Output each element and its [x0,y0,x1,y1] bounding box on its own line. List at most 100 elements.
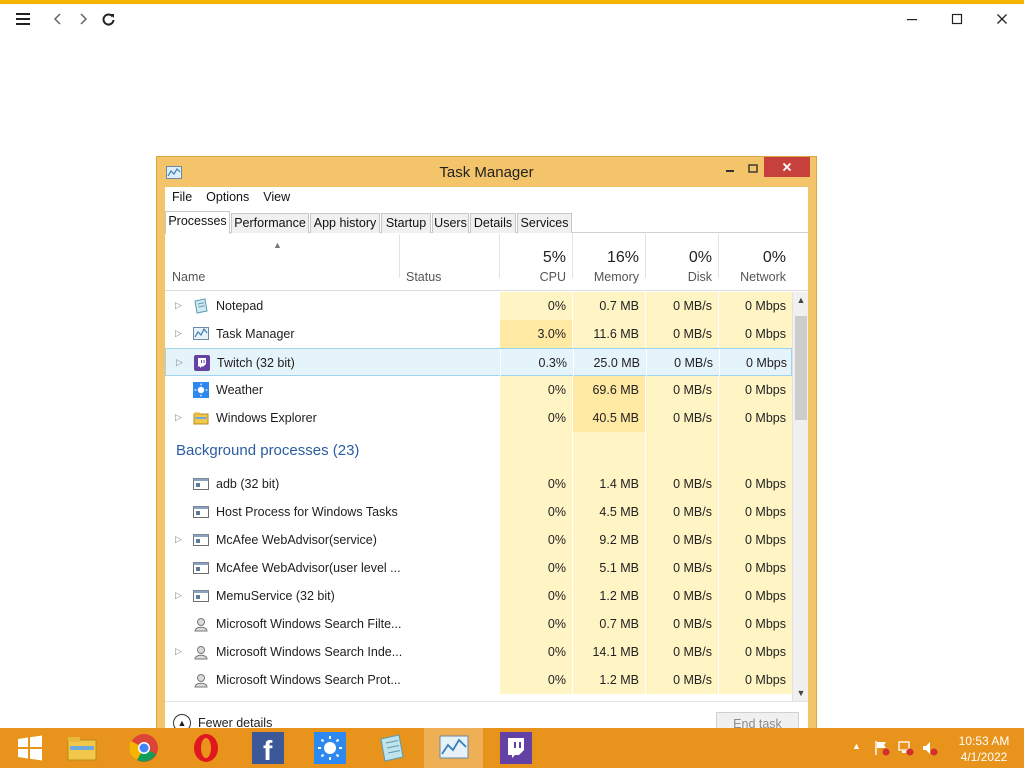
process-row[interactable]: 3.0% 11.6 MB 0 MB/s 0 Mbps ▷ Task Manager [165,320,792,348]
disk-value: 0 MB/s [673,645,712,659]
back-icon[interactable] [47,8,69,30]
network-value: 0 Mbps [745,533,786,547]
facebook-icon[interactable]: f [238,728,297,768]
group-usage-cell [645,432,718,470]
group-usage-cell [572,432,645,470]
memory-value: 0.7 MB [599,617,639,631]
scroll-up-icon[interactable]: ▲ [793,292,809,308]
weather-icon[interactable] [300,728,359,768]
cpu-value: 0% [547,533,566,547]
maximize-icon[interactable] [944,6,970,32]
tab-services[interactable]: Services [517,213,572,233]
network-value: 0 Mbps [745,477,786,491]
clock-date[interactable]: 4/1/2022 [955,750,1013,764]
column-status[interactable]: Status [399,234,499,291]
cpu-value: 0% [547,299,566,313]
process-row[interactable]: 0% 14.1 MB 0 MB/s 0 Mbps ▷ Microsoft Windows … [165,638,792,666]
process-row[interactable]: 0% 1.2 MB 0 MB/s 0 Mbps ▷ MemuService (32 bit… [165,582,792,610]
svg-text:f: f [263,735,273,764]
tab-performance[interactable]: Performance [231,213,309,233]
disk-cell: 0 MB/s [645,610,718,638]
tab-details[interactable]: Details [470,213,516,233]
memory-cell: 25.0 MB [573,349,646,377]
app-top-bar [0,4,1024,34]
expand-chevron-icon[interactable]: ▷ [175,590,182,601]
cpu-value: 0.3% [538,356,568,370]
disk-value: 0 MB/s [673,383,712,397]
chrome-icon[interactable] [114,728,173,768]
memory-cell: 11.6 MB [572,320,645,348]
start-icon[interactable] [0,728,59,768]
volume-muted-icon[interactable] [922,740,938,759]
minimize-icon[interactable] [899,6,925,32]
scroll-down-icon[interactable]: ▼ [793,685,809,701]
opera-icon[interactable] [176,728,235,768]
clock-time[interactable]: 10:53 AM [955,734,1013,748]
menu-view[interactable]: View [256,187,297,207]
column-memory[interactable]: 16% Memory [572,234,645,291]
forward-icon[interactable] [72,8,94,30]
disk-value: 0 MB/s [673,327,712,341]
refresh-icon[interactable] [97,8,119,30]
tab-startup[interactable]: Startup [381,213,431,233]
group-header-row[interactable]: Background processes (23) [165,432,792,470]
window-close-icon[interactable] [764,157,810,177]
cpu-cell: 0% [499,292,572,320]
expand-chevron-icon[interactable]: ▷ [175,646,182,657]
cpu-value: 0% [547,589,566,603]
search-service-icon [193,672,209,688]
process-row[interactable]: 0% 40.5 MB 0 MB/s 0 Mbps ▷ Windows Explorer [165,404,792,432]
process-row[interactable]: 0% 0.7 MB 0 MB/s 0 Mbps ▷ Notepad [165,292,792,320]
disk-cell: 0 MB/s [645,404,718,432]
network-cell: 0 Mbps [718,292,792,320]
process-row[interactable]: 0% 1.2 MB 0 MB/s 0 Mbps Microsoft Windows Se… [165,666,792,694]
file-explorer-icon[interactable] [52,728,111,768]
network-icon[interactable] [898,740,914,759]
process-icon [193,588,209,604]
window-maximize-icon[interactable] [740,159,766,179]
menu-options[interactable]: Options [199,187,256,207]
process-row[interactable]: 0% 0.7 MB 0 MB/s 0 Mbps Microsoft Windows Se… [165,610,792,638]
cpu-cell: 0% [499,376,572,404]
close-icon[interactable] [989,6,1015,32]
menu-file[interactable]: File [165,187,199,207]
column-network[interactable]: 0% Network [718,234,792,291]
hamburger-menu-icon[interactable] [12,8,34,30]
process-row[interactable]: 0% 4.5 MB 0 MB/s 0 Mbps Host Process for Win… [165,498,792,526]
expand-chevron-icon[interactable]: ▷ [175,328,182,339]
disk-value: 0 MB/s [674,356,713,370]
task-manager-window: Task Manager File Options View Processes… [156,156,817,757]
tab-app-history[interactable]: App history [310,213,380,233]
tab-users[interactable]: Users [432,213,469,233]
column-cpu[interactable]: 5% CPU [499,234,572,291]
column-name[interactable]: Name [165,234,399,291]
process-name: Microsoft Windows Search Inde... [216,645,403,659]
cpu-cell: 0% [499,610,572,638]
task-manager-taskbar-icon[interactable] [424,728,483,768]
memory-value: 1.2 MB [599,589,639,603]
expand-chevron-icon[interactable]: ▷ [175,300,182,311]
cpu-total: 5% [542,249,566,266]
title-bar[interactable]: Task Manager [157,157,816,187]
disk-cell: 0 MB/s [645,554,718,582]
column-disk[interactable]: 0% Disk [645,234,718,291]
action-center-flag-icon[interactable] [874,740,890,759]
network-cell: 0 Mbps [718,610,792,638]
process-row[interactable]: 0.3% 25.0 MB 0 MB/s 0 Mbps ▷ Twitch (32 bit) [165,348,792,377]
expand-chevron-icon[interactable]: ▷ [175,534,182,545]
disk-total: 0% [688,249,712,266]
expand-chevron-icon[interactable]: ▷ [175,412,182,423]
process-row[interactable]: 0% 1.4 MB 0 MB/s 0 Mbps adb (32 bit) [165,470,792,498]
process-row[interactable]: 0% 5.1 MB 0 MB/s 0 Mbps McAfee WebAdvisor(us… [165,554,792,582]
process-row[interactable]: 0% 9.2 MB 0 MB/s 0 Mbps ▷ McAfee WebAdvisor(s… [165,526,792,554]
notepad-icon[interactable] [362,728,421,768]
scroll-thumb[interactable] [795,316,807,420]
disk-cell: 0 MB/s [645,526,718,554]
tab-processes[interactable]: Processes [165,211,230,234]
vertical-scrollbar[interactable]: ▲ ▼ [792,292,808,701]
show-hidden-icons-icon[interactable]: ▲ [852,741,861,751]
process-row[interactable]: 0% 69.6 MB 0 MB/s 0 Mbps Weather [165,376,792,404]
group-usage-cell [718,432,792,470]
expand-chevron-icon[interactable]: ▷ [176,357,183,368]
twitch-icon[interactable] [486,728,545,768]
